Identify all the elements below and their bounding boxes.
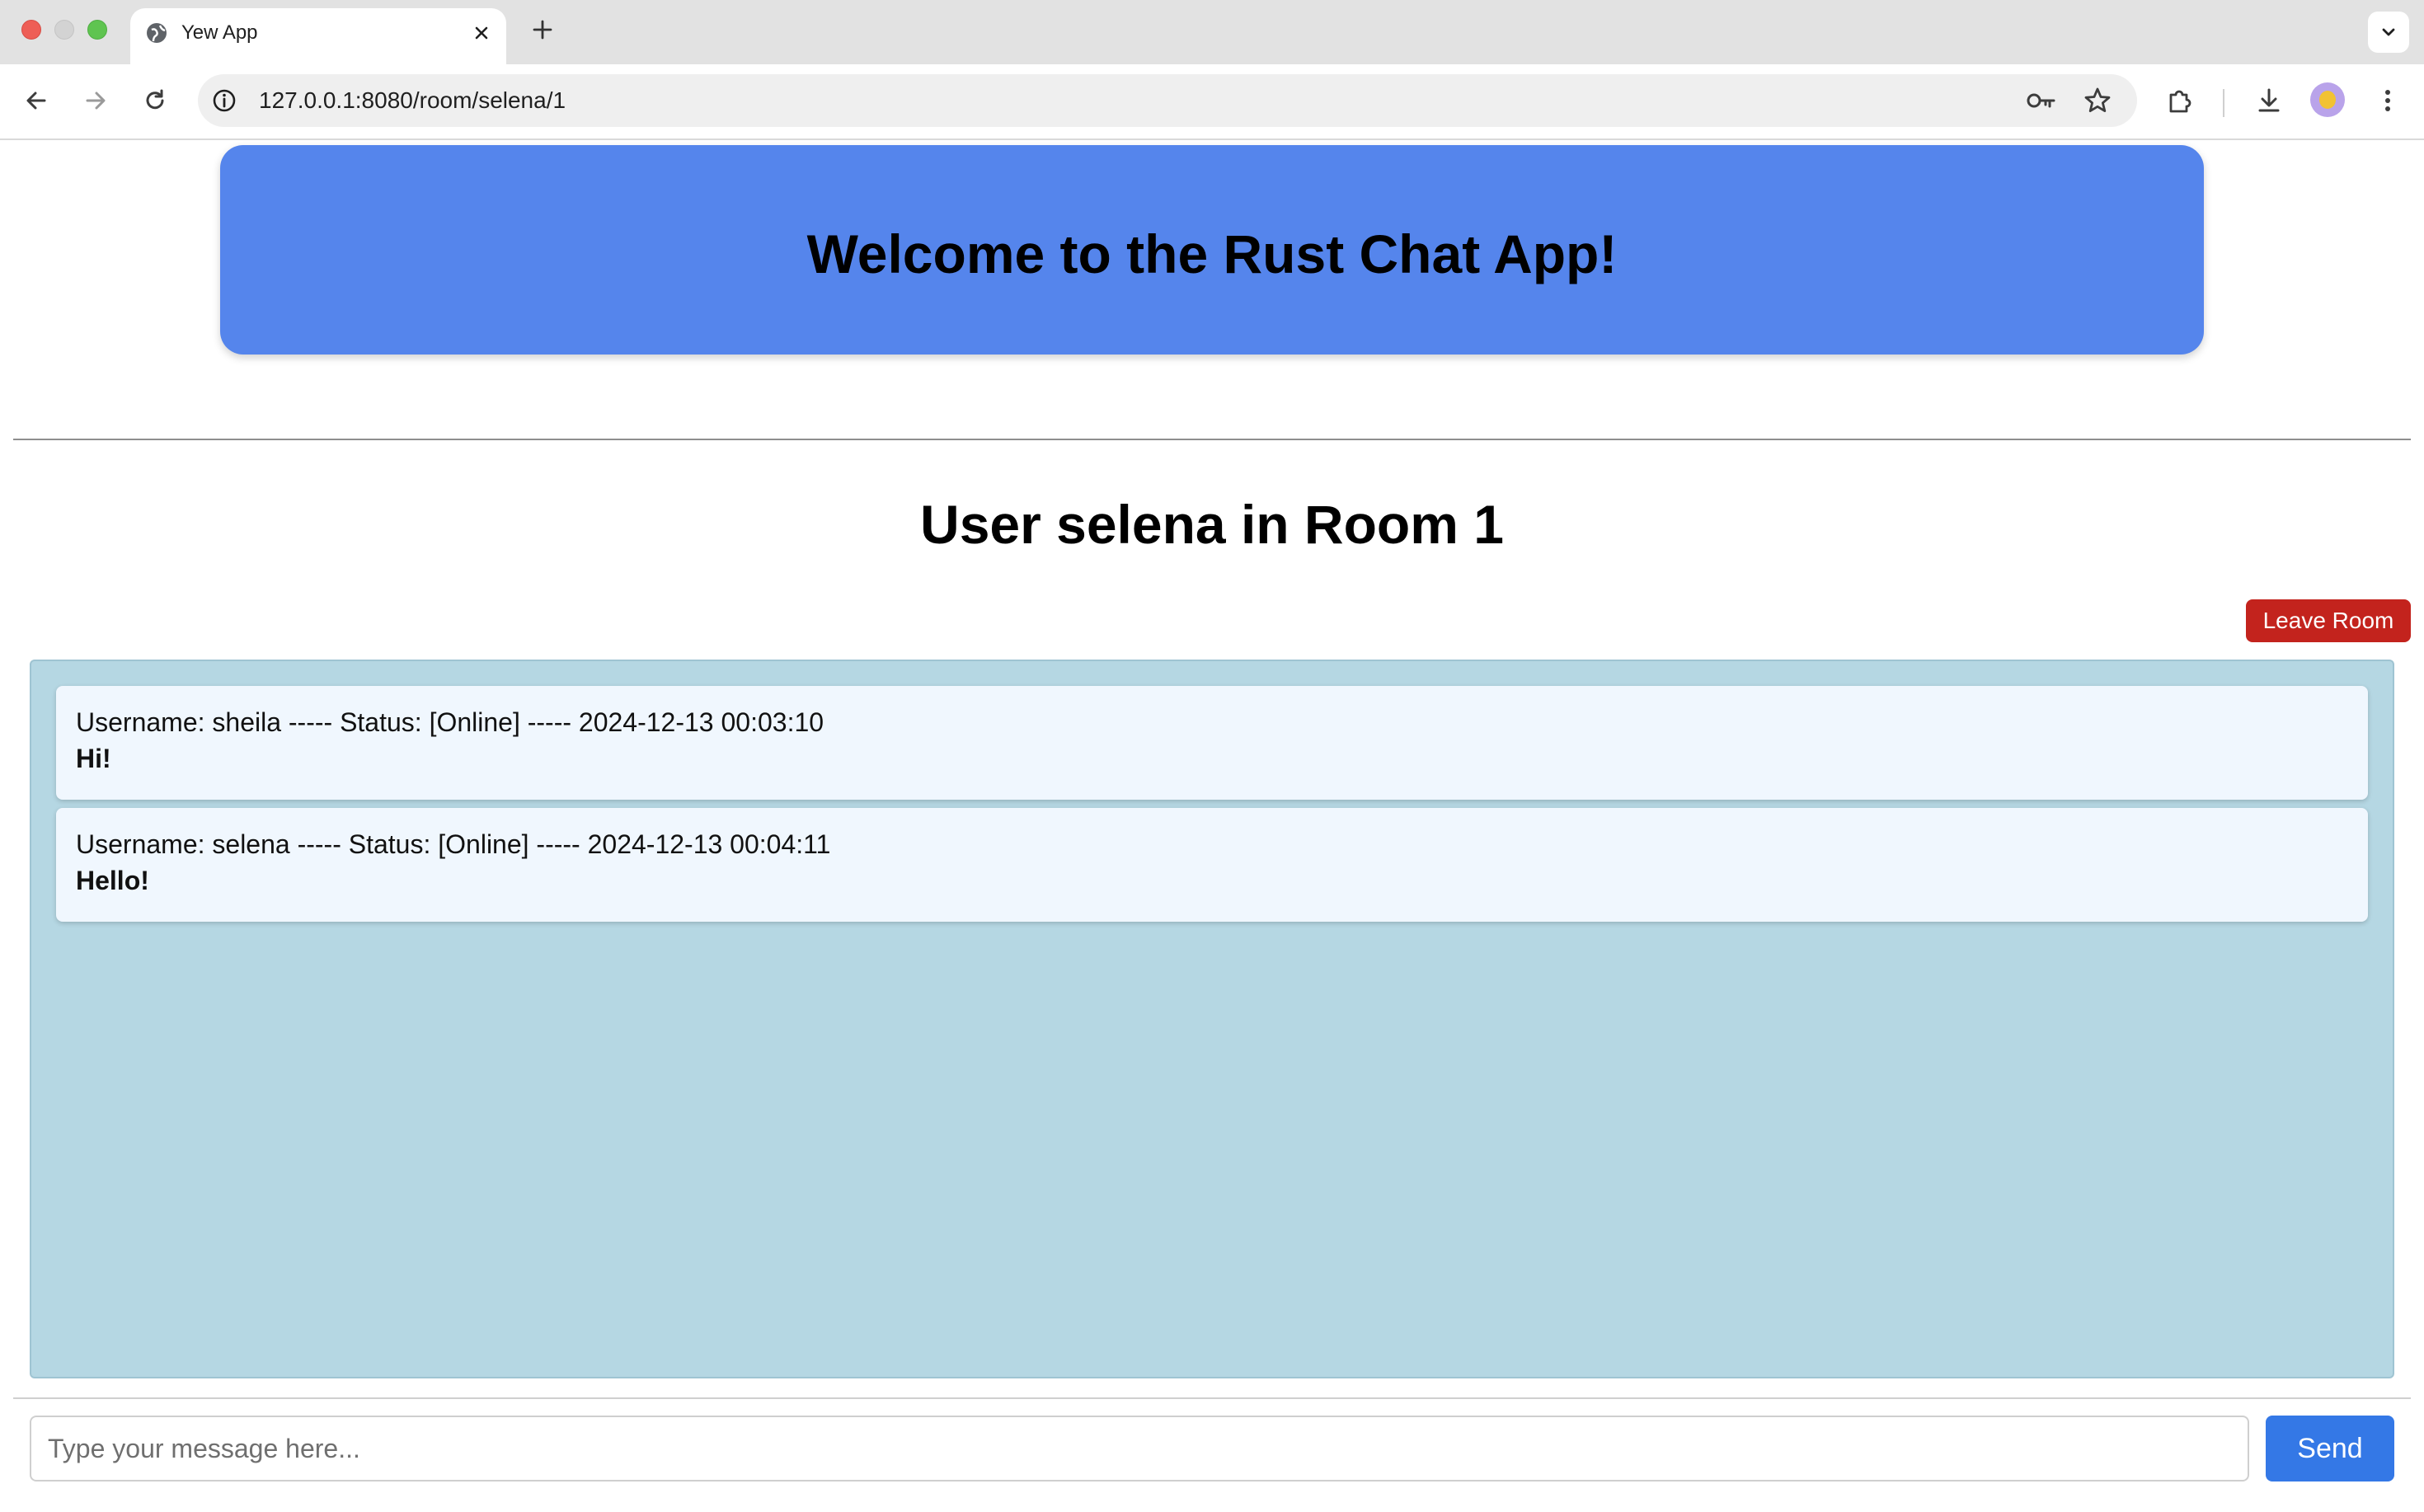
message-item: Username: selena ----- Status: [Online] …	[56, 808, 2368, 922]
tab-search-button[interactable]	[2368, 12, 2409, 53]
forward-arrow-icon	[86, 92, 106, 110]
back-arrow-icon	[26, 92, 46, 110]
reload-button[interactable]	[139, 84, 171, 117]
window-maximize-button[interactable]	[87, 20, 107, 40]
window-minimize-button[interactable]	[54, 20, 74, 40]
message-text: Hi!	[76, 744, 111, 773]
browser-tab[interactable]: Yew App	[130, 8, 506, 66]
globe-icon	[147, 23, 167, 43]
downloads-button[interactable]	[2253, 84, 2285, 117]
close-icon[interactable]	[468, 20, 495, 46]
extensions-icon	[2169, 90, 2191, 113]
browser-toolbar: 127.0.0.1:8080/room/selena/1	[0, 64, 2424, 140]
extensions-button[interactable]	[2163, 84, 2196, 117]
key-icon[interactable]	[2025, 86, 2058, 115]
address-bar[interactable]: 127.0.0.1:8080/room/selena/1	[198, 74, 2137, 127]
reload-icon	[146, 89, 164, 110]
window-close-button[interactable]	[21, 20, 41, 40]
info-icon[interactable]	[209, 86, 239, 115]
chevron-down-icon	[2382, 28, 2395, 36]
tab-title: Yew App	[181, 21, 258, 44]
plus-icon[interactable]	[528, 15, 557, 45]
send-button[interactable]: Send	[2266, 1416, 2394, 1481]
more-vert-icon	[2385, 90, 2390, 111]
page-content: Welcome to the Rust Chat App! User selen…	[0, 140, 2424, 1512]
browser-tabstrip: Yew App	[0, 0, 2424, 66]
star-icon[interactable]	[2081, 84, 2114, 117]
welcome-title: Welcome to the Rust Chat App!	[806, 223, 1618, 284]
url-text: 127.0.0.1:8080/room/selena/1	[259, 87, 566, 113]
back-button[interactable]	[20, 84, 53, 117]
message-item: Username: sheila ----- Status: [Online] …	[56, 686, 2368, 800]
message-input[interactable]	[30, 1416, 2249, 1481]
forward-button[interactable]	[79, 84, 112, 117]
message-list[interactable]: Username: sheila ----- Status: [Online] …	[30, 660, 2394, 1378]
divider	[13, 1397, 2411, 1399]
message-text: Hello!	[76, 866, 149, 895]
room-title: User selena in Room 1	[920, 494, 1504, 555]
message-meta: Username: selena ----- Status: [Online] …	[76, 829, 831, 859]
avatar-icon[interactable]	[2310, 82, 2345, 117]
toolbar-divider	[2223, 89, 2224, 117]
welcome-banner: Welcome to the Rust Chat App!	[220, 145, 2204, 355]
divider	[13, 439, 2411, 440]
download-icon	[2258, 88, 2280, 112]
message-meta: Username: sheila ----- Status: [Online] …	[76, 707, 824, 737]
leave-room-button[interactable]: Leave Room	[2246, 599, 2411, 642]
browser-menu-button[interactable]	[2371, 84, 2404, 117]
